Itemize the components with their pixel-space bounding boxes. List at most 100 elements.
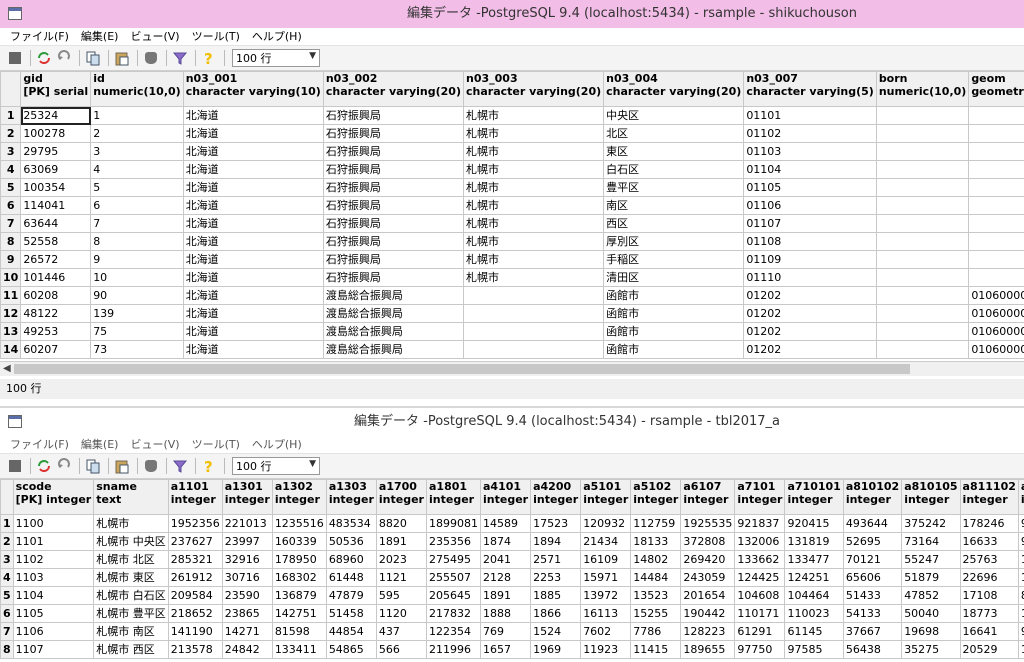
table-cell[interactable]: 北区 — [603, 124, 745, 143]
column-header[interactable]: a1801 integer — [426, 479, 481, 515]
column-header[interactable]: a1303 integer — [325, 479, 377, 515]
table-cell[interactable]: 北海道 — [182, 304, 324, 323]
table-cell[interactable]: 14802 — [630, 550, 682, 569]
table-row[interactable]: 6 1105 札幌市 豊平区 218652 23865 142751 51458 1120 21… — [0, 604, 1024, 623]
table-cell[interactable]: 7602 — [580, 622, 632, 641]
table-row[interactable]: 134925375北海道渡島総合振興局 函館市01202 0106000020041… — [0, 322, 1024, 341]
table-cell[interactable]: 47879 — [325, 586, 377, 605]
table-cell[interactable] — [968, 178, 1024, 197]
menu-tools[interactable]: ツール(T) — [186, 436, 246, 453]
table-cell[interactable]: 61448 — [325, 568, 377, 587]
table-cell[interactable]: 18133 — [630, 532, 682, 551]
delete-row-button[interactable] — [142, 49, 160, 67]
table-cell[interactable]: 1969 — [530, 640, 582, 659]
row-number[interactable]: 4 — [0, 568, 14, 587]
table-cell[interactable]: 1121 — [375, 568, 428, 587]
table-cell[interactable]: 209584 — [167, 586, 223, 605]
table-cell[interactable] — [462, 340, 605, 359]
table-cell[interactable]: 133477 — [784, 550, 844, 569]
table-cell[interactable]: 2041 — [479, 550, 532, 569]
table-cell[interactable]: 124425 — [734, 568, 786, 587]
table-cell[interactable]: 2571 — [530, 550, 582, 569]
column-header[interactable]: a1700 integer — [375, 479, 428, 515]
table-cell[interactable]: 渡島総合振興局 — [322, 286, 465, 305]
menu-tools[interactable]: ツール(T) — [186, 28, 246, 45]
table-cell[interactable] — [968, 196, 1024, 215]
row-number[interactable]: 1 — [0, 514, 14, 533]
column-header[interactable]: n03_003 character varying(20) — [462, 71, 605, 107]
table-cell[interactable]: 1524 — [530, 622, 582, 641]
table-cell[interactable]: 235356 — [426, 532, 481, 551]
table-cell[interactable]: 75 — [90, 322, 184, 341]
table-cell[interactable]: 01202 — [743, 340, 877, 359]
filter-button[interactable] — [171, 49, 189, 67]
table-cell[interactable]: 北海道 — [182, 322, 324, 341]
table-cell[interactable]: 23865 — [221, 604, 273, 623]
table-cell[interactable]: 札幌市 北区 — [93, 550, 169, 569]
table-cell[interactable]: 68960 — [325, 550, 377, 569]
menu-view[interactable]: ビュー(V) — [124, 436, 185, 453]
table-row[interactable]: 1248122139北海道渡島総合振興局 函館市01202 010600002004… — [0, 304, 1024, 323]
table-row[interactable]: 10 101446 10 北海道 石狩振興局 札幌市 清田区 01110 — [0, 268, 1024, 287]
table-cell[interactable]: 61145 — [784, 622, 844, 641]
table-cell[interactable]: 札幌市 — [93, 514, 169, 533]
table-cell[interactable]: 100278 — [20, 124, 92, 143]
column-header[interactable]: a82inte — [1017, 479, 1024, 515]
table-cell[interactable]: 札幌市 — [462, 106, 605, 125]
undo-button[interactable] — [55, 49, 73, 67]
column-header[interactable]: a710101 integer — [784, 479, 844, 515]
row-number[interactable]: 9 — [0, 250, 22, 269]
row-number[interactable]: 5 — [0, 586, 14, 605]
table-cell[interactable]: 8820 — [375, 514, 428, 533]
table-cell[interactable]: 25324 — [20, 106, 92, 125]
table-cell[interactable]: 44854 — [325, 622, 377, 641]
menu-file[interactable]: ファイル(F) — [4, 436, 75, 453]
table-cell[interactable]: 136879 — [271, 586, 327, 605]
table-cell[interactable]: 221013 — [221, 514, 273, 533]
refresh-button[interactable] — [35, 49, 53, 67]
table-cell[interactable]: 190442 — [680, 604, 736, 623]
table-cell[interactable]: 133662 — [734, 550, 786, 569]
row-number[interactable]: 6 — [0, 604, 14, 623]
undo-button[interactable] — [55, 457, 73, 475]
table-cell[interactable]: 168302 — [271, 568, 327, 587]
table-cell[interactable]: 13523 — [630, 586, 682, 605]
table-cell[interactable]: 16641 — [959, 622, 1019, 641]
column-header[interactable]: n03_004 character varying(20) — [603, 71, 745, 107]
table-cell[interactable]: 437 — [375, 622, 428, 641]
row-number[interactable]: 7 — [0, 214, 22, 233]
row-number[interactable]: 14 — [0, 340, 22, 359]
table-cell[interactable]: 114041 — [20, 196, 92, 215]
table-cell[interactable]: 110171 — [734, 604, 786, 623]
delete-row-button[interactable] — [142, 457, 160, 475]
table-cell[interactable]: 32916 — [221, 550, 273, 569]
table-cell[interactable]: 104464 — [784, 586, 844, 605]
table-cell[interactable] — [875, 160, 970, 179]
table-cell[interactable]: 1885 — [530, 586, 582, 605]
table-cell[interactable]: 81598 — [271, 622, 327, 641]
table-cell[interactable] — [968, 106, 1024, 125]
table-cell[interactable]: 35275 — [901, 640, 961, 659]
table-cell[interactable] — [462, 322, 605, 341]
table-cell[interactable]: 1925535 — [680, 514, 736, 533]
table-cell[interactable]: 01202 — [743, 322, 877, 341]
table-cell[interactable]: 275495 — [426, 550, 481, 569]
table-cell[interactable]: 1104 — [12, 586, 95, 605]
table-cell[interactable]: 47852 — [901, 586, 961, 605]
column-header[interactable]: id numeric(10,0) — [90, 71, 184, 107]
table-cell[interactable]: 北海道 — [182, 160, 324, 179]
table-cell[interactable]: 9 — [90, 250, 184, 269]
table-cell[interactable]: 211996 — [426, 640, 481, 659]
column-header[interactable]: n03_002 character varying(20) — [322, 71, 465, 107]
table-cell[interactable]: 01107 — [743, 214, 877, 233]
table-cell[interactable]: 218652 — [167, 604, 223, 623]
table-cell[interactable]: 1891 — [375, 532, 428, 551]
column-header[interactable]: gid [PK] serial — [20, 71, 92, 107]
row-number[interactable]: 3 — [0, 550, 14, 569]
table-cell[interactable]: 石狩振興局 — [322, 232, 465, 251]
table-cell[interactable]: 白石区 — [603, 160, 745, 179]
table-row[interactable]: 5 100354 5 北海道 石狩振興局 札幌市 豊平区 01105 — [0, 178, 1024, 197]
table-cell[interactable] — [875, 124, 970, 143]
table-cell[interactable]: 札幌市 南区 — [93, 622, 169, 641]
menu-help[interactable]: ヘルプ(H) — [246, 436, 308, 453]
